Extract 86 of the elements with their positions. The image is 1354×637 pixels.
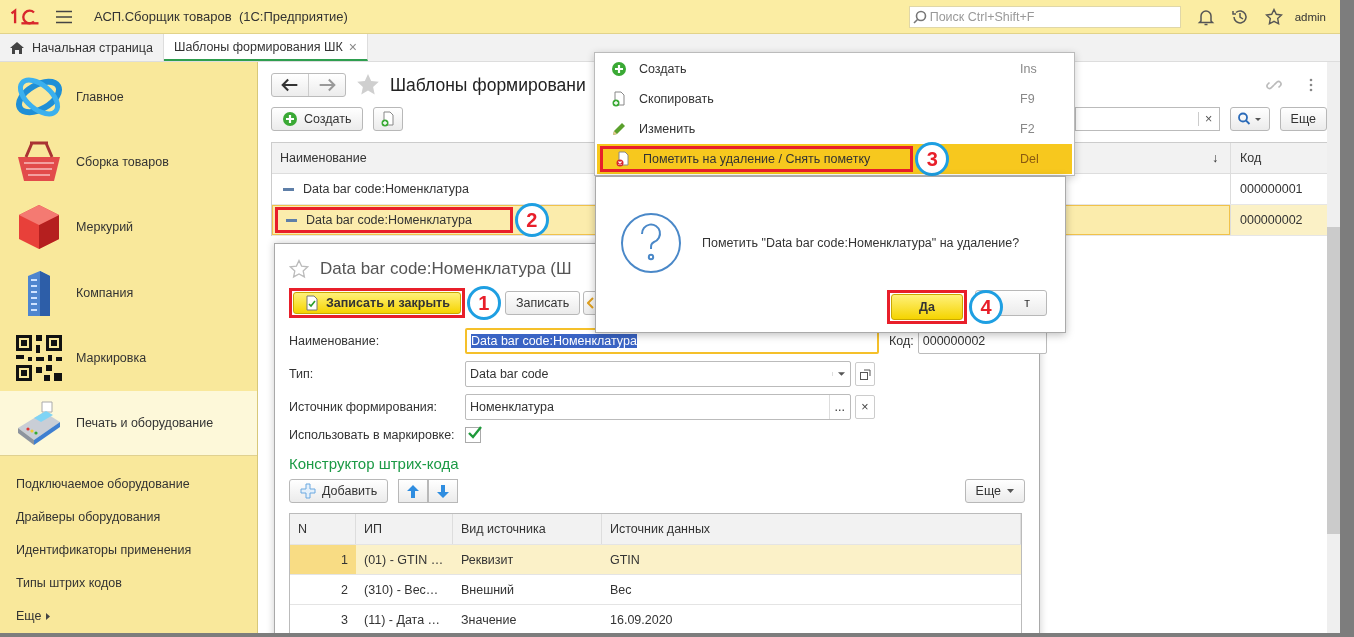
table-cell-text: Реквизит [460, 551, 515, 569]
save-close-button[interactable]: Записать и закрыть [293, 292, 461, 314]
more-button[interactable]: Еще [1279, 107, 1327, 131]
table-cell-text: 2 [340, 581, 349, 599]
sidebar-section[interactable]: Маркировка [0, 325, 257, 391]
tab-label: Шаблоны формирования ШК [173, 39, 343, 54]
sidebar-section[interactable]: Главное [0, 64, 257, 130]
table-cell: Data bar code:Номенклатура [303, 182, 469, 196]
search-field[interactable]: Поиск Ctrl+Shift+F [908, 5, 1181, 28]
section-title: Конструктор штрих-кода [289, 455, 460, 472]
column-header[interactable]: Вид источника [453, 514, 602, 544]
menu-item[interactable]: Изменить F2 [597, 114, 1072, 144]
table-cell-text: GTIN [609, 551, 641, 569]
table-cell: Data bar code:Номенклатура [306, 213, 472, 227]
step-marker: 3 [915, 142, 950, 176]
menu-item[interactable]: Пометить на удаление / Снять пометку 3 Del [597, 144, 1072, 174]
table-cell-text: Внешний [460, 581, 516, 599]
sidebar-section[interactable]: Сборка товаров [0, 129, 257, 195]
table-row[interactable]: 1 (01) - GTIN … Реквизит GTIN [290, 545, 1021, 575]
shortcut-label: Del [1020, 152, 1040, 166]
save-button[interactable]: Записать [504, 291, 581, 315]
tab[interactable]: Начальная страница [0, 34, 164, 61]
sidebar-section[interactable]: Компания [0, 260, 257, 326]
form-title: Data bar code:Номенклатура (Ш [320, 259, 572, 279]
add-button[interactable]: Добавить [289, 479, 389, 503]
section-label: Главное [76, 89, 124, 104]
sidebar-link[interactable]: Драйверы оборудования [16, 501, 161, 534]
menu-label: Пометить на удаление / Снять пометку [643, 152, 871, 166]
menu-item[interactable]: Скопировать F9 [597, 84, 1072, 114]
table-cell: 000000002 [1230, 205, 1327, 235]
clear-button[interactable]: × [1197, 112, 1219, 126]
step-marker: 4 [969, 290, 1003, 324]
shortcut-label: F9 [1020, 92, 1036, 106]
sidebar-link[interactable]: Подключаемое оборудование [16, 468, 190, 501]
type-field[interactable]: Data bar code [465, 361, 851, 387]
field-label: Источник формирования: [289, 400, 439, 414]
column-header[interactable]: Источник данных [602, 514, 1021, 544]
table-cell-text: 16.09.2020 [609, 611, 674, 629]
section-label: Сборка товаров [76, 155, 169, 169]
sort-indicator: ↓ [1212, 150, 1220, 167]
page-title: Шаблоны формировани [390, 74, 586, 96]
field-label: Код: [889, 334, 914, 348]
step-marker: 2 [514, 203, 549, 237]
sidebar-section[interactable]: Печать и оборудование [0, 390, 257, 456]
menu-item[interactable]: Создать Ins [597, 54, 1072, 84]
user-name[interactable]: admin [1294, 10, 1326, 23]
menu-label: Изменить [639, 122, 696, 136]
section-label: Печать и оборудование [76, 415, 214, 430]
tab[interactable]: Шаблоны формирования ШК × [163, 34, 368, 61]
dialog-message: Пометить "Data bar code:Номенклатура" на удаление? [702, 236, 1020, 250]
clear-button[interactable]: × [855, 395, 875, 419]
tab-label: Начальная страница [32, 40, 153, 55]
table-cell-text: Вес [609, 581, 633, 599]
more-link[interactable]: Еще [16, 600, 51, 633]
source-field[interactable]: Номенклатура ... [465, 394, 851, 420]
close-button[interactable]: × [348, 38, 357, 55]
table-row[interactable]: 2 (310) - Вес… Внешний Вес [290, 575, 1021, 605]
shortcut-label: F2 [1020, 122, 1036, 136]
section-label: Компания [76, 285, 134, 300]
select-button[interactable]: ... [828, 395, 850, 419]
table-cell-text: (11) - Дата … [363, 611, 442, 629]
field-label: Тип: [289, 367, 315, 381]
table-cell-text: Значение [460, 611, 518, 629]
step-marker: 1 [466, 286, 501, 320]
column-header[interactable]: N [290, 514, 356, 544]
section-label: Маркировка [76, 350, 147, 365]
shortcut-label: Ins [1020, 62, 1038, 76]
sidebar-link[interactable]: Идентификаторы применения [16, 534, 192, 567]
field-label: Наименование: [289, 334, 381, 348]
sidebar-link[interactable]: Типы штрих кодов [16, 567, 122, 600]
search-field[interactable]: × [1074, 107, 1220, 131]
section-label: Меркурий [76, 220, 134, 235]
window-title: АСП.Сборщик товаров (1С:Предприятие) [94, 9, 348, 24]
menu-label: Скопировать [639, 92, 714, 106]
table-cell: 1 [290, 545, 356, 574]
table-cell-text: 3 [340, 611, 349, 629]
table-row[interactable]: 3 (11) - Дата … Значение 16.09.2020 [290, 605, 1021, 633]
more-button[interactable]: Еще [964, 479, 1025, 503]
table-cell-text: (310) - Вес… [363, 581, 440, 599]
create-button[interactable]: Создать [271, 107, 363, 131]
table-cell-text: (01) - GTIN … [363, 551, 445, 569]
sidebar-section[interactable]: Меркурий [0, 194, 257, 260]
yes-button[interactable]: Да [891, 294, 963, 320]
column-header[interactable]: ИП [356, 514, 453, 544]
field-label: Использовать в маркировке: [289, 428, 456, 442]
menu-label: Создать [639, 62, 687, 76]
